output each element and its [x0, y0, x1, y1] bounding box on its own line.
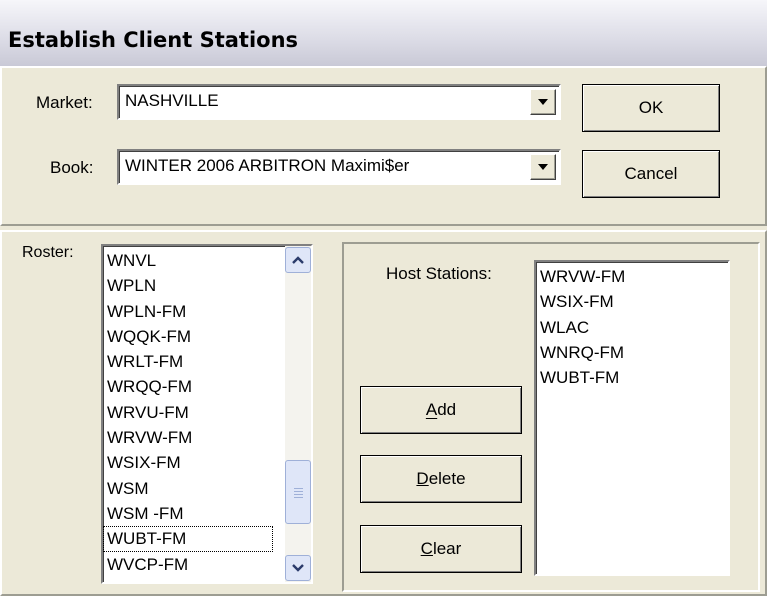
thumb-grip [294, 488, 303, 489]
book-dropdown-button[interactable] [530, 154, 556, 180]
list-item[interactable]: WRVW-FM [536, 264, 726, 289]
market-combo[interactable]: NASHVILLE [117, 84, 561, 120]
chevron-down-icon [538, 164, 548, 170]
host-stations-label: Host Stations: [386, 264, 492, 283]
roster-list[interactable]: WNVL WPLN WPLN-FM WQQK-FM WRLT-FM WRQQ-F… [101, 244, 313, 584]
clear-button-label: Clear [420, 539, 462, 558]
market-label: Market: [36, 93, 93, 112]
window-title: Establish Client Stations [8, 28, 299, 52]
host-stations-list[interactable]: WRVW-FM WSIX-FM WLAC WNRQ-FM WUBT-FM [534, 260, 730, 576]
market-value: NASHVILLE [125, 91, 219, 110]
scroll-up-button[interactable] [285, 247, 311, 273]
scroll-down-arrow-icon [292, 564, 304, 572]
add-button[interactable]: Add [360, 386, 522, 434]
cancel-button[interactable]: Cancel [582, 150, 720, 198]
list-item[interactable]: WRLT-FM [103, 349, 283, 374]
thumb-grip [294, 491, 303, 492]
list-item[interactable]: WRVU-FM [103, 400, 283, 425]
list-item[interactable]: WSIX-FM [536, 289, 726, 314]
book-value: WINTER 2006 ARBITRON Maximi$er [125, 156, 410, 175]
list-item[interactable]: WNRQ-FM [536, 340, 726, 365]
list-item[interactable]: WLAC [536, 315, 726, 340]
add-button-label: Add [425, 400, 457, 419]
title-bar: Establish Client Stations [0, 0, 767, 67]
list-item[interactable]: WQQK-FM [103, 324, 283, 349]
clear-button[interactable]: Clear [360, 525, 522, 573]
list-item[interactable]: WPLN-FM [103, 299, 283, 324]
list-item[interactable]: WRVW-FM [103, 425, 283, 450]
market-dropdown-button[interactable] [530, 89, 556, 115]
roster-scrollbar[interactable] [285, 246, 311, 582]
book-combo[interactable]: WINTER 2006 ARBITRON Maximi$er [117, 149, 561, 185]
roster-items: WNVL WPLN WPLN-FM WQQK-FM WRLT-FM WRQQ-F… [103, 248, 283, 577]
list-item[interactable]: WNVL [103, 248, 283, 273]
list-item[interactable]: WSM -FM [103, 501, 283, 526]
thumb-grip [294, 497, 303, 498]
list-item[interactable]: WSM [103, 476, 283, 501]
ok-button[interactable]: OK [582, 84, 720, 132]
list-item-focused[interactable]: WUBT-FM [103, 526, 273, 552]
host-items: WRVW-FM WSIX-FM WLAC WNRQ-FM WUBT-FM [536, 264, 726, 390]
scroll-down-button[interactable] [285, 555, 311, 581]
chevron-down-icon [538, 99, 548, 105]
delete-button[interactable]: Delete [360, 455, 522, 503]
list-item[interactable]: WRQQ-FM [103, 374, 283, 399]
delete-button-label: Delete [416, 469, 466, 488]
thumb-grip [294, 494, 303, 495]
roster-label: Roster: [22, 244, 74, 261]
scroll-up-arrow-icon [292, 256, 304, 264]
scroll-thumb[interactable] [285, 460, 311, 524]
book-label: Book: [50, 158, 94, 177]
list-item[interactable]: WUBT-FM [536, 365, 726, 390]
list-item[interactable]: WVCP-FM [103, 552, 283, 577]
list-item[interactable]: WPLN [103, 273, 283, 298]
list-item[interactable]: WSIX-FM [103, 450, 283, 475]
